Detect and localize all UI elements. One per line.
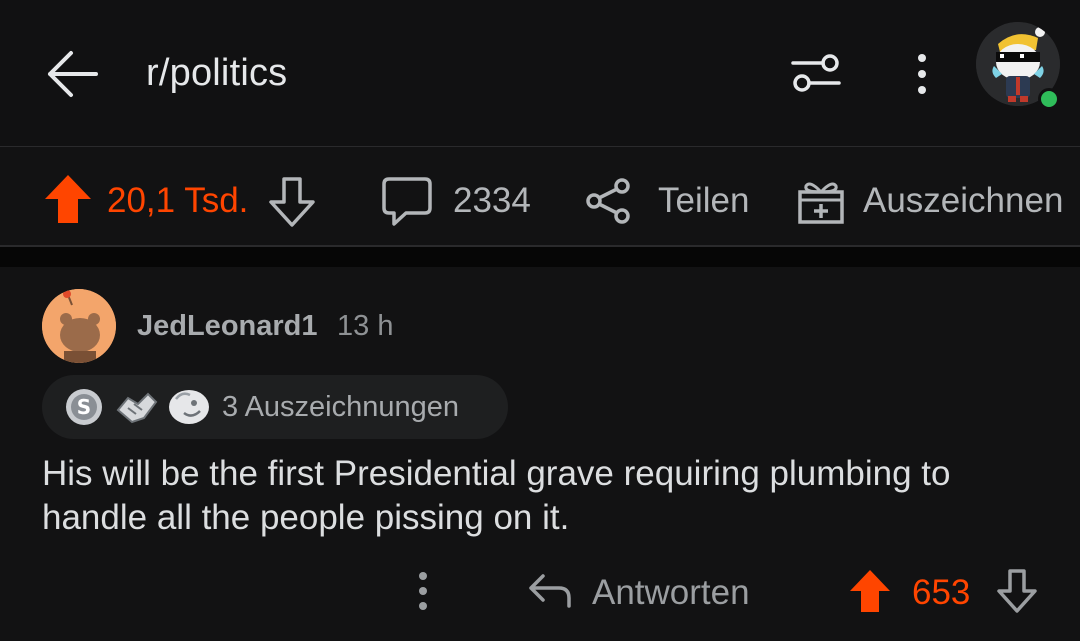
upvote-arrow-icon[interactable] (43, 173, 93, 225)
downvote-arrow-icon[interactable] (267, 176, 317, 228)
post-vote-count: 20,1 Tsd. (107, 181, 249, 220)
comment-score: 653 (912, 573, 971, 612)
reply-icon[interactable] (527, 570, 573, 610)
sliders-icon[interactable] (790, 50, 842, 96)
svg-text:S: S (77, 395, 91, 419)
subreddit-title[interactable]: r/politics (146, 52, 287, 95)
comment-timestamp: 13 h (337, 310, 394, 342)
comment-upvote-icon[interactable] (848, 568, 892, 614)
section-gap (0, 247, 1080, 267)
comment-downvote-icon[interactable] (995, 568, 1039, 614)
comment-body: His will be the first Presidential grave… (42, 454, 951, 537)
gift-icon[interactable] (796, 176, 846, 226)
wholesome-award-icon (166, 385, 212, 427)
more-vertical-icon[interactable] (909, 52, 935, 96)
reply-button[interactable]: Antworten (592, 573, 750, 613)
comment-username[interactable]: JedLeonard1 (137, 310, 318, 343)
online-status-dot (1038, 88, 1060, 110)
comment-count[interactable]: 2334 (453, 181, 531, 221)
comment-bubble-icon[interactable] (381, 175, 433, 227)
user-avatar[interactable] (42, 289, 116, 363)
handshake-award-icon (114, 384, 160, 428)
awards-count-label: 3 Auszeichnungen (222, 391, 460, 423)
share-button[interactable]: Teilen (658, 181, 749, 221)
award-button[interactable]: Auszeichnen (863, 181, 1063, 221)
comment-more-icon[interactable] (410, 570, 436, 612)
share-icon[interactable] (584, 176, 634, 226)
back-arrow-icon[interactable] (44, 48, 100, 100)
silver-award-icon: S (64, 387, 104, 427)
